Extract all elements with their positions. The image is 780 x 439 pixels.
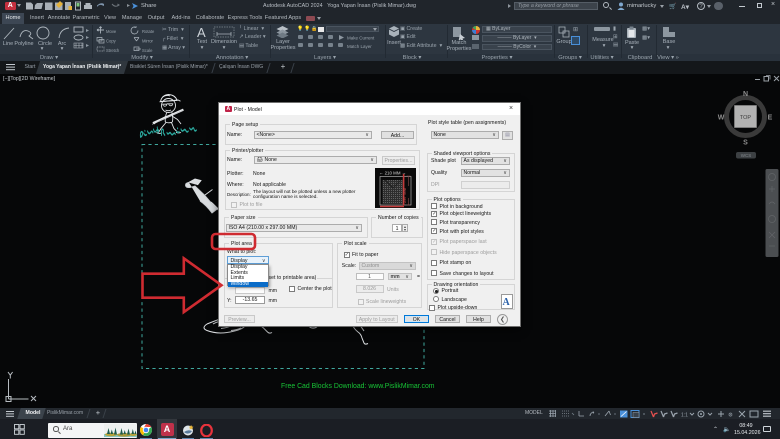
svg-text:1:1: 1:1 bbox=[681, 412, 688, 418]
svg-text:⚙: ⚙ bbox=[728, 411, 733, 418]
svg-text:W: W bbox=[718, 115, 725, 122]
svg-text:Stretch: Stretch bbox=[106, 48, 120, 53]
svg-text:Move: Move bbox=[106, 29, 117, 34]
svg-text:N: N bbox=[743, 91, 748, 98]
svg-text:Copy: Copy bbox=[106, 39, 117, 44]
svg-text:297 MM: 297 MM bbox=[402, 187, 407, 203]
svg-text:E: E bbox=[768, 115, 773, 122]
svg-text:Rotate: Rotate bbox=[142, 29, 155, 34]
svg-text:← 210 MM →: ← 210 MM → bbox=[379, 170, 406, 175]
svg-text:Mirror: Mirror bbox=[142, 39, 154, 44]
svg-text:TOP: TOP bbox=[740, 115, 752, 121]
svg-text:S: S bbox=[743, 140, 748, 147]
svg-text:WCS: WCS bbox=[741, 153, 752, 158]
svg-text:Scale: Scale bbox=[142, 48, 153, 53]
svg-text:Free Cad Blocks Download: www.: Free Cad Blocks Download: www.PislikMima… bbox=[281, 383, 435, 390]
svg-text:Match Layer: Match Layer bbox=[347, 44, 372, 49]
svg-text:Make Current: Make Current bbox=[347, 36, 375, 41]
